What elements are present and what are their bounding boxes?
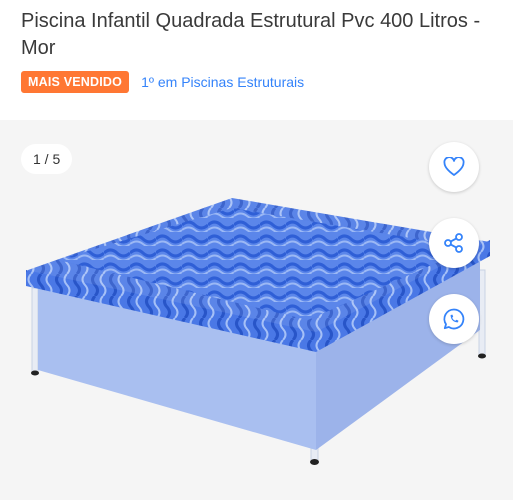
- heart-icon: [443, 157, 465, 176]
- best-seller-badge: MAIS VENDIDO: [21, 71, 130, 93]
- image-counter: 1 / 5: [21, 144, 73, 174]
- share-button[interactable]: [429, 218, 479, 268]
- whatsapp-button[interactable]: [429, 294, 479, 344]
- category-ranking-link[interactable]: 1º em Piscinas Estruturais: [141, 74, 304, 90]
- badge-row: MAIS VENDIDO 1º em Piscinas Estruturais: [21, 70, 304, 94]
- whatsapp-icon: [443, 308, 465, 330]
- product-title: Piscina Infantil Quadrada Estrutural Pvc…: [21, 10, 481, 59]
- image-gallery[interactable]: 1 / 5: [0, 120, 513, 500]
- favorite-button[interactable]: [429, 142, 479, 192]
- share-icon: [444, 233, 463, 253]
